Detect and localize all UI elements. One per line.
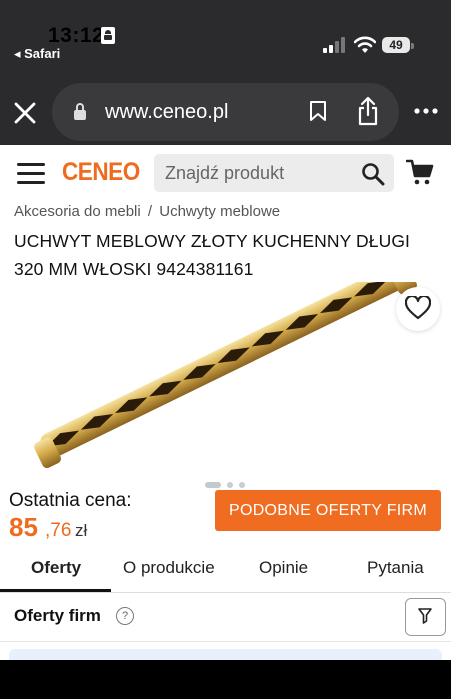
battery-tip-icon	[411, 43, 414, 49]
battery-indicator: 49	[382, 37, 410, 53]
lock-icon	[74, 103, 86, 120]
menu-icon[interactable]	[17, 163, 45, 185]
gallery-dot[interactable]	[227, 482, 233, 488]
wifi-icon	[354, 36, 376, 53]
url-text[interactable]: www.ceneo.pl	[105, 101, 228, 124]
more-icon[interactable]	[413, 106, 439, 116]
product-title: UCHWYT MEBLOWY ZŁOTY KUCHENNY DŁUGI 320 …	[14, 227, 439, 283]
offer-card	[9, 649, 442, 660]
gallery-dot-active[interactable]	[205, 482, 221, 488]
tab-reviews[interactable]: Opinie	[259, 558, 308, 578]
contact-card-icon	[101, 27, 115, 44]
product-image[interactable]	[22, 282, 422, 480]
tab-offers[interactable]: Oferty	[31, 558, 81, 578]
heart-icon[interactable]	[405, 296, 431, 320]
bookmark-icon[interactable]	[309, 100, 327, 122]
breadcrumb-item[interactable]: Akcesoria do mebli	[14, 203, 141, 220]
breadcrumb-item[interactable]: Uchwyty meblowe	[159, 203, 280, 220]
ceneo-logo[interactable]: CENEO	[62, 158, 140, 187]
screen-bottom	[0, 660, 451, 699]
status-time: 13:12	[48, 24, 105, 47]
price-currency: zł	[75, 521, 88, 540]
tab-product[interactable]: O produkcie	[123, 558, 215, 578]
back-to-safari-link[interactable]: ◂ Safari	[14, 46, 60, 62]
breadcrumb: Akcesoria do mebli / Uchwyty meblowe	[14, 203, 280, 220]
product-title-line: UCHWYT MEBLOWY ZŁOTY KUCHENNY DŁUGI	[14, 231, 411, 251]
search-icon[interactable]	[361, 162, 385, 186]
divider	[0, 641, 451, 642]
active-tab-indicator	[0, 589, 111, 592]
close-icon[interactable]	[12, 100, 38, 126]
share-icon[interactable]	[357, 96, 379, 126]
filter-icon[interactable]	[418, 608, 432, 624]
price-value: 85	[9, 512, 38, 542]
cart-icon[interactable]	[406, 158, 434, 186]
gallery-dot[interactable]	[239, 482, 245, 488]
last-price-label: Ostatnia cena:	[9, 490, 132, 511]
price-cents: ,76	[45, 520, 72, 541]
product-title-line: 320 MM WŁOSKI 9424381161	[14, 259, 254, 279]
signal-icon	[323, 37, 347, 53]
gallery-indicator	[205, 482, 249, 488]
offers-heading: Oferty firm	[14, 606, 101, 625]
help-icon[interactable]: ?	[116, 607, 134, 625]
breadcrumb-separator: /	[147, 203, 153, 220]
search-placeholder[interactable]: Znajdź produkt	[165, 163, 284, 184]
tab-questions[interactable]: Pytania	[367, 558, 424, 578]
similar-offers-button[interactable]: PODOBNE OFERTY FIRM	[215, 490, 441, 531]
